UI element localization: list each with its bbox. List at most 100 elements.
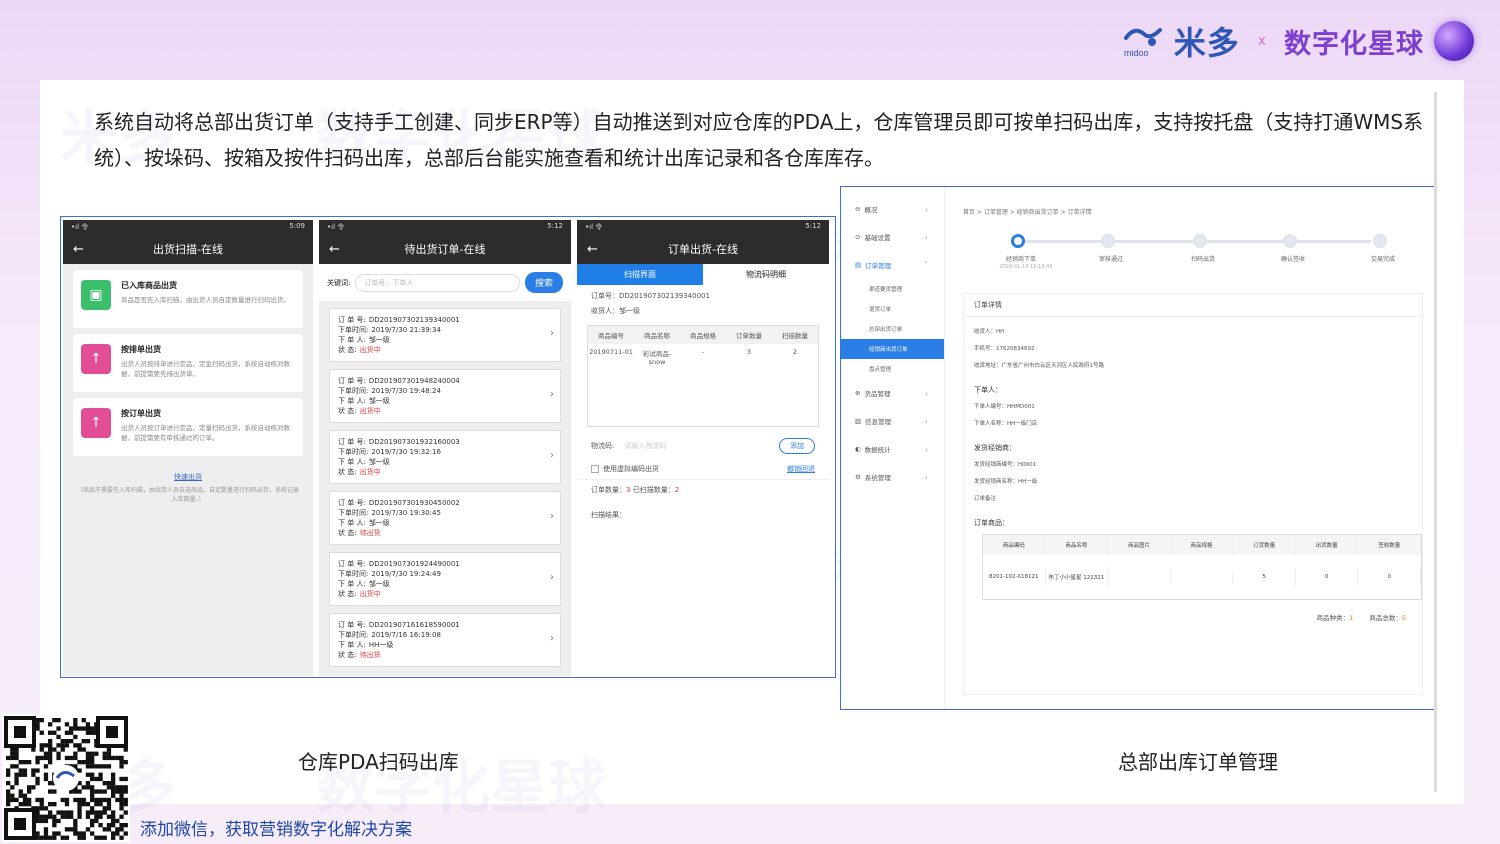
- sidebar: ⊖ 概况 › ⊙ 基础设置 › ▤ 订单管理 ˆ 渠道要货管理 退货订单 总部出货订单 经销…: [841, 187, 945, 709]
- table-cell: 商品名称: [644, 332, 670, 340]
- order-card[interactable]: 订 单 号: DD201907301924490001 下单时间: 2019/7/30…: [329, 552, 561, 606]
- nav-orders[interactable]: ▤ 订单管理 ˆ: [841, 251, 944, 279]
- pda-screenshots: •ıl 令 5:09 ← 出货扫描-在线 ▣ 已入库商品出货 商品是否先入库扫描，由出…: [60, 216, 836, 678]
- table-cell: 商品规格: [1171, 535, 1234, 555]
- table-cell: [1171, 571, 1234, 583]
- table-cell: 商品编码: [983, 535, 1046, 555]
- logistics-input[interactable]: 请输入物流码: [624, 441, 779, 451]
- search-button[interactable]: 搜索: [524, 272, 563, 293]
- qr-caption: 添加微信，获取营销数字化解决方案: [140, 820, 412, 840]
- order-card[interactable]: 订 单 号: DD201907301932160003 下单时间: 2019/7/30…: [329, 430, 561, 484]
- fast-ship-link[interactable]: 快速出货: [63, 472, 313, 482]
- virtual-row: 使用虚拟编码出货 撤销回退: [577, 459, 829, 479]
- phone-ship-scan: •ıl 令 5:09 ← 出货扫描-在线 ▣ 已入库商品出货 商品是否先入库扫描，由出…: [63, 220, 313, 676]
- option-stocked-ship[interactable]: ▣ 已入库商品出货 商品是否先入库扫描，由出货人员自定数量进行扫码出货。: [73, 270, 303, 328]
- chevron-right-icon: ›: [550, 572, 554, 583]
- logistics-row: 物流码: 请输入物流码 添加: [577, 433, 829, 459]
- goods-table: 商品编号 商品名称 商品规格 订单数量 扫描数量 20190711-01 彩试商品-sno…: [587, 325, 819, 427]
- status-bar: •ıl 令 5:09: [63, 220, 313, 234]
- order-card[interactable]: 订 单 号: DD201907301930450002 下单时间: 2019/7/30…: [329, 491, 561, 545]
- back-arrow-icon[interactable]: ←: [587, 242, 598, 257]
- totals: 商品种类：1 商品总数：5: [1316, 614, 1406, 622]
- sub-dealer-ship[interactable]: 经销商出货订单: [841, 339, 944, 359]
- partner-name: 数字化星球: [1284, 28, 1424, 60]
- nav-stats[interactable]: ◐ 数据统计 ›: [841, 435, 944, 463]
- fast-ship-note: （商品不需要先入库扫描，由出货人员自选商品，自定数量进行扫码出货，系统记录入库数…: [76, 487, 299, 503]
- table-cell: 20190711-01: [589, 348, 633, 356]
- table-header: 商品编码 商品名称 商品图片 商品规格 订货数量 出货数量 签收数量: [983, 535, 1422, 555]
- search-bar: 关键词: 订单号、下单人 搜索: [319, 264, 571, 301]
- table-cell: 彩试商品-snow: [642, 350, 672, 366]
- caption-left: 仓库PDA扫码出库: [298, 750, 459, 774]
- status-bar: •ıl 令 5:12: [577, 220, 829, 234]
- table-cell: 3: [746, 348, 752, 356]
- order-card[interactable]: 订 单 号: DD201907301948240004 下单时间: 2019/7/30…: [329, 369, 561, 423]
- back-arrow-icon[interactable]: ←: [73, 242, 84, 257]
- nav-info[interactable]: ▥ 信息管理 ›: [841, 407, 944, 435]
- detail-title: 订单详情: [964, 300, 1422, 317]
- sub-inventory[interactable]: 盘点管理: [841, 359, 944, 379]
- order-no: 订单号：DD201907302139340001: [577, 285, 829, 304]
- planet-icon: [1434, 21, 1474, 61]
- nav-overview[interactable]: ⊖ 概况 ›: [841, 195, 944, 223]
- add-button[interactable]: 添加: [779, 438, 815, 454]
- tab-logistics[interactable]: 物流码明细: [703, 264, 829, 285]
- chevron-right-icon: ›: [550, 389, 554, 400]
- chevron-right-icon: ›: [924, 204, 928, 214]
- chevron-up-icon: ˆ: [924, 260, 928, 270]
- sub-channel[interactable]: 渠道要货管理: [841, 279, 944, 299]
- table-cell: -: [701, 348, 705, 356]
- order-list: 订 单 号: DD201907302139340001 下单时间: 2019/7/30…: [319, 308, 571, 667]
- scrollbar[interactable]: [1434, 92, 1437, 792]
- sub-hq-ship[interactable]: 总部出货订单: [841, 319, 944, 339]
- chevron-right-icon: ›: [550, 450, 554, 461]
- scan-result: 扫描结果：: [577, 498, 829, 523]
- table-cell: [1108, 571, 1171, 583]
- brand-header: midoo 米多 x 数字化星球: [1122, 18, 1474, 64]
- table-cell: 0: [1358, 568, 1422, 586]
- goods-table: 商品编码 商品名称 商品图片 商品规格 订货数量 出货数量 签收数量 8201-102-X1…: [982, 534, 1422, 600]
- tab-bar: 扫描界面 物流码明细: [577, 264, 829, 285]
- receiver: 收货人：邹一级: [577, 304, 829, 319]
- chevron-right-icon: ›: [550, 633, 554, 644]
- order-card[interactable]: 订 单 号: DD201907302139340001 下单时间: 2019/7/30…: [329, 308, 561, 362]
- table-cell: 0: [1296, 568, 1359, 586]
- chevron-right-icon: ›: [550, 328, 554, 339]
- nav-goods[interactable]: ⊕ 货品管理 ›: [841, 379, 944, 407]
- table-header: 商品编号 商品名称 商品规格 订单数量 扫描数量: [588, 326, 818, 344]
- back-arrow-icon[interactable]: ←: [329, 242, 340, 257]
- brand-name: 米多: [1173, 24, 1240, 62]
- table-cell: 扫描数量: [782, 332, 808, 340]
- main-panel: 首页 > 订单管理 > 经销商出货订单 > 订单详情 经销商下单 审核通过 扫码…: [953, 187, 1435, 709]
- chevron-right-icon: ›: [924, 232, 928, 242]
- caption-right: 总部出库订单管理: [1118, 750, 1278, 774]
- cart-icon: ▣: [81, 280, 111, 310]
- virtual-checkbox[interactable]: [591, 465, 599, 473]
- phone-header: ← 待出货订单-在线: [319, 234, 571, 264]
- nav-system[interactable]: ⚙ 系统管理 ›: [841, 463, 944, 491]
- table-cell: 商品规格: [690, 332, 716, 340]
- option-order-ship[interactable]: ↑ 按订单出货 出货人员按订单进行定品，定量扫码出货，系统自动核对数据，前提需要有…: [73, 398, 303, 456]
- table-cell: 订货数量: [1233, 535, 1296, 555]
- search-input[interactable]: 订单号、下单人: [355, 273, 520, 292]
- table-row: 8201-102-X18121 布丁小小星星 121321 5 0 0: [983, 555, 1422, 599]
- web-order-detail: ⊖ 概况 › ⊙ 基础设置 › ▤ 订单管理 ˆ 渠道要货管理 退货订单 总部出货订单 经销…: [840, 186, 1436, 710]
- table-cell: 8201-102-X18121: [983, 568, 1046, 586]
- slide: midoo 米多 x 数字化星球 米多 数字化星球 米多 数字化星球 米多 数字…: [0, 0, 1500, 844]
- phone-header: ← 出货扫描-在线: [63, 234, 313, 264]
- table-cell: 订单数量: [736, 332, 762, 340]
- tab-scan[interactable]: 扫描界面: [577, 264, 703, 285]
- order-card[interactable]: 订 单 号: DD201907161618590001 下单时间: 2019/7/16…: [329, 613, 561, 667]
- intro-text: 系统自动将总部出货订单（支持手工创建、同步ERP等）自动推送到对应仓库的PDA上…: [94, 110, 1424, 170]
- table-cell: 布丁小小星星 121321: [1046, 567, 1109, 587]
- status-bar: •ıl 令 5:12: [319, 220, 571, 234]
- sub-return[interactable]: 退货订单: [841, 299, 944, 319]
- nav-settings[interactable]: ⊙ 基础设置 ›: [841, 223, 944, 251]
- phone-order-ship: •ıl 令 5:12 ← 订单出货-在线 扫描界面 物流码明细 订单号：DD2019…: [577, 220, 829, 676]
- phone-header: ← 订单出货-在线: [577, 234, 829, 264]
- reset-link[interactable]: 撤销回退: [787, 464, 815, 474]
- table-cell: 签收数量: [1358, 535, 1422, 555]
- option-schedule-ship[interactable]: ↑ 按排单出货 出货人员按排单进行定品，定金扫码出货，系统自动核对数据，前提需要先…: [73, 334, 303, 392]
- phone-pending-orders: •ıl 令 5:12 ← 待出货订单-在线 关键词: 订单号、下单人 搜索 订 单 …: [319, 220, 571, 676]
- breadcrumb[interactable]: 首页 > 订单管理 > 经销商出货订单 > 订单详情: [963, 207, 1435, 216]
